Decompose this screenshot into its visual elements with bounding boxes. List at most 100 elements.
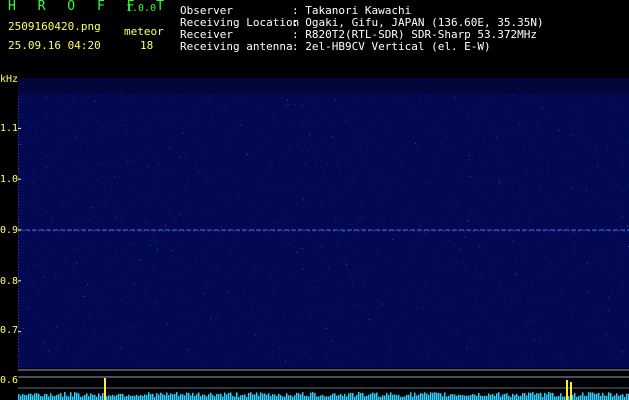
- noise-dot: [143, 283, 145, 285]
- noise-dot: [183, 300, 185, 302]
- noise-dot: [455, 331, 457, 333]
- noise-dot: [438, 160, 440, 162]
- noise-dot: [159, 101, 160, 103]
- noise-dot: [526, 175, 528, 177]
- signal-bar: [580, 395, 582, 400]
- noise-dot: [206, 337, 208, 339]
- noise-dot: [450, 199, 451, 201]
- noise-dot: [218, 287, 220, 289]
- noise-dot: [532, 299, 534, 300]
- signal-bar: [208, 394, 210, 400]
- noise-dot: [105, 287, 107, 289]
- noise-dot: [285, 219, 287, 221]
- noise-dot: [480, 105, 481, 107]
- noise-dot: [567, 226, 569, 228]
- signal-bar: [262, 393, 264, 400]
- noise-dot: [196, 282, 198, 284]
- signal-bar: [388, 394, 390, 400]
- noise-dot: [535, 99, 537, 101]
- noise-dot: [358, 133, 360, 135]
- noise-dot: [73, 248, 75, 250]
- noise-dot: [484, 308, 486, 310]
- noise-dot: [317, 120, 319, 121]
- noise-dot: [568, 238, 570, 240]
- noise-dot: [573, 246, 574, 248]
- noise-dot: [259, 109, 261, 111]
- y-tick-label: 0.8: [0, 276, 19, 287]
- noise-dot: [88, 314, 90, 316]
- noise-dot: [391, 126, 393, 128]
- noise-dot: [606, 146, 608, 148]
- signal-bar: [362, 392, 364, 400]
- noise-dot: [241, 318, 243, 320]
- noise-dot: [366, 263, 368, 265]
- noise-dot: [552, 296, 554, 298]
- noise-dot: [246, 256, 248, 258]
- noise-dot: [111, 272, 113, 274]
- noise-dot: [210, 318, 212, 320]
- noise-dot: [521, 188, 523, 190]
- signal-bar: [156, 393, 158, 400]
- noise-dot: [119, 203, 121, 205]
- noise-dot: [134, 292, 136, 294]
- noise-dot: [90, 151, 92, 153]
- noise-dot: [67, 191, 69, 192]
- noise-dot: [332, 202, 334, 204]
- noise-dot: [345, 121, 347, 123]
- noise-dot: [180, 156, 182, 158]
- signal-bar: [74, 392, 76, 400]
- signal-bar: [366, 395, 368, 400]
- noise-dot: [368, 364, 370, 366]
- noise-dot: [317, 104, 319, 106]
- noise-dot: [162, 174, 164, 176]
- noise-dot: [561, 213, 563, 215]
- noise-dot: [484, 195, 486, 197]
- noise-dot: [612, 206, 614, 208]
- noise-dot: [545, 278, 547, 280]
- noise-dot: [66, 346, 68, 348]
- noise-dot: [79, 331, 81, 333]
- noise-dot: [325, 162, 327, 164]
- noise-dot: [554, 355, 555, 357]
- signal-bar: [550, 392, 552, 400]
- signal-bar: [356, 394, 358, 400]
- noise-dot: [532, 334, 534, 336]
- noise-dot: [605, 254, 607, 256]
- signal-bar: [536, 393, 538, 400]
- signal-bar: [458, 394, 460, 400]
- signal-bar: [32, 395, 34, 400]
- noise-dot: [294, 103, 296, 105]
- noise-dot: [294, 273, 296, 275]
- noise-dot: [35, 176, 37, 178]
- noise-dot: [264, 307, 266, 309]
- noise-dot: [623, 269, 625, 271]
- noise-dot: [349, 270, 351, 272]
- signal-bar: [426, 393, 428, 400]
- noise-dot: [20, 257, 22, 259]
- noise-dot: [20, 361, 22, 363]
- noise-dot: [440, 353, 442, 355]
- noise-dot: [170, 121, 172, 123]
- noise-dot: [343, 297, 345, 299]
- noise-dot: [97, 122, 99, 124]
- noise-dot: [499, 343, 500, 345]
- signal-bar: [608, 392, 610, 400]
- noise-dot: [83, 302, 85, 304]
- noise-dot: [99, 337, 101, 338]
- noise-dot: [261, 270, 263, 272]
- signal-bar: [234, 396, 236, 400]
- noise-dot: [252, 308, 254, 310]
- signal-bar: [224, 392, 226, 400]
- noise-dot: [520, 341, 522, 343]
- noise-dot: [318, 144, 320, 146]
- signal-bar: [76, 392, 78, 400]
- noise-dot: [304, 205, 306, 207]
- noise-dot: [29, 153, 31, 155]
- noise-dot: [523, 199, 525, 201]
- noise-dot: [543, 311, 545, 313]
- noise-dot: [601, 316, 603, 318]
- noise-dot: [415, 142, 417, 144]
- signal-bar: [120, 393, 122, 400]
- noise-dot: [352, 173, 354, 175]
- noise-dot: [433, 287, 435, 289]
